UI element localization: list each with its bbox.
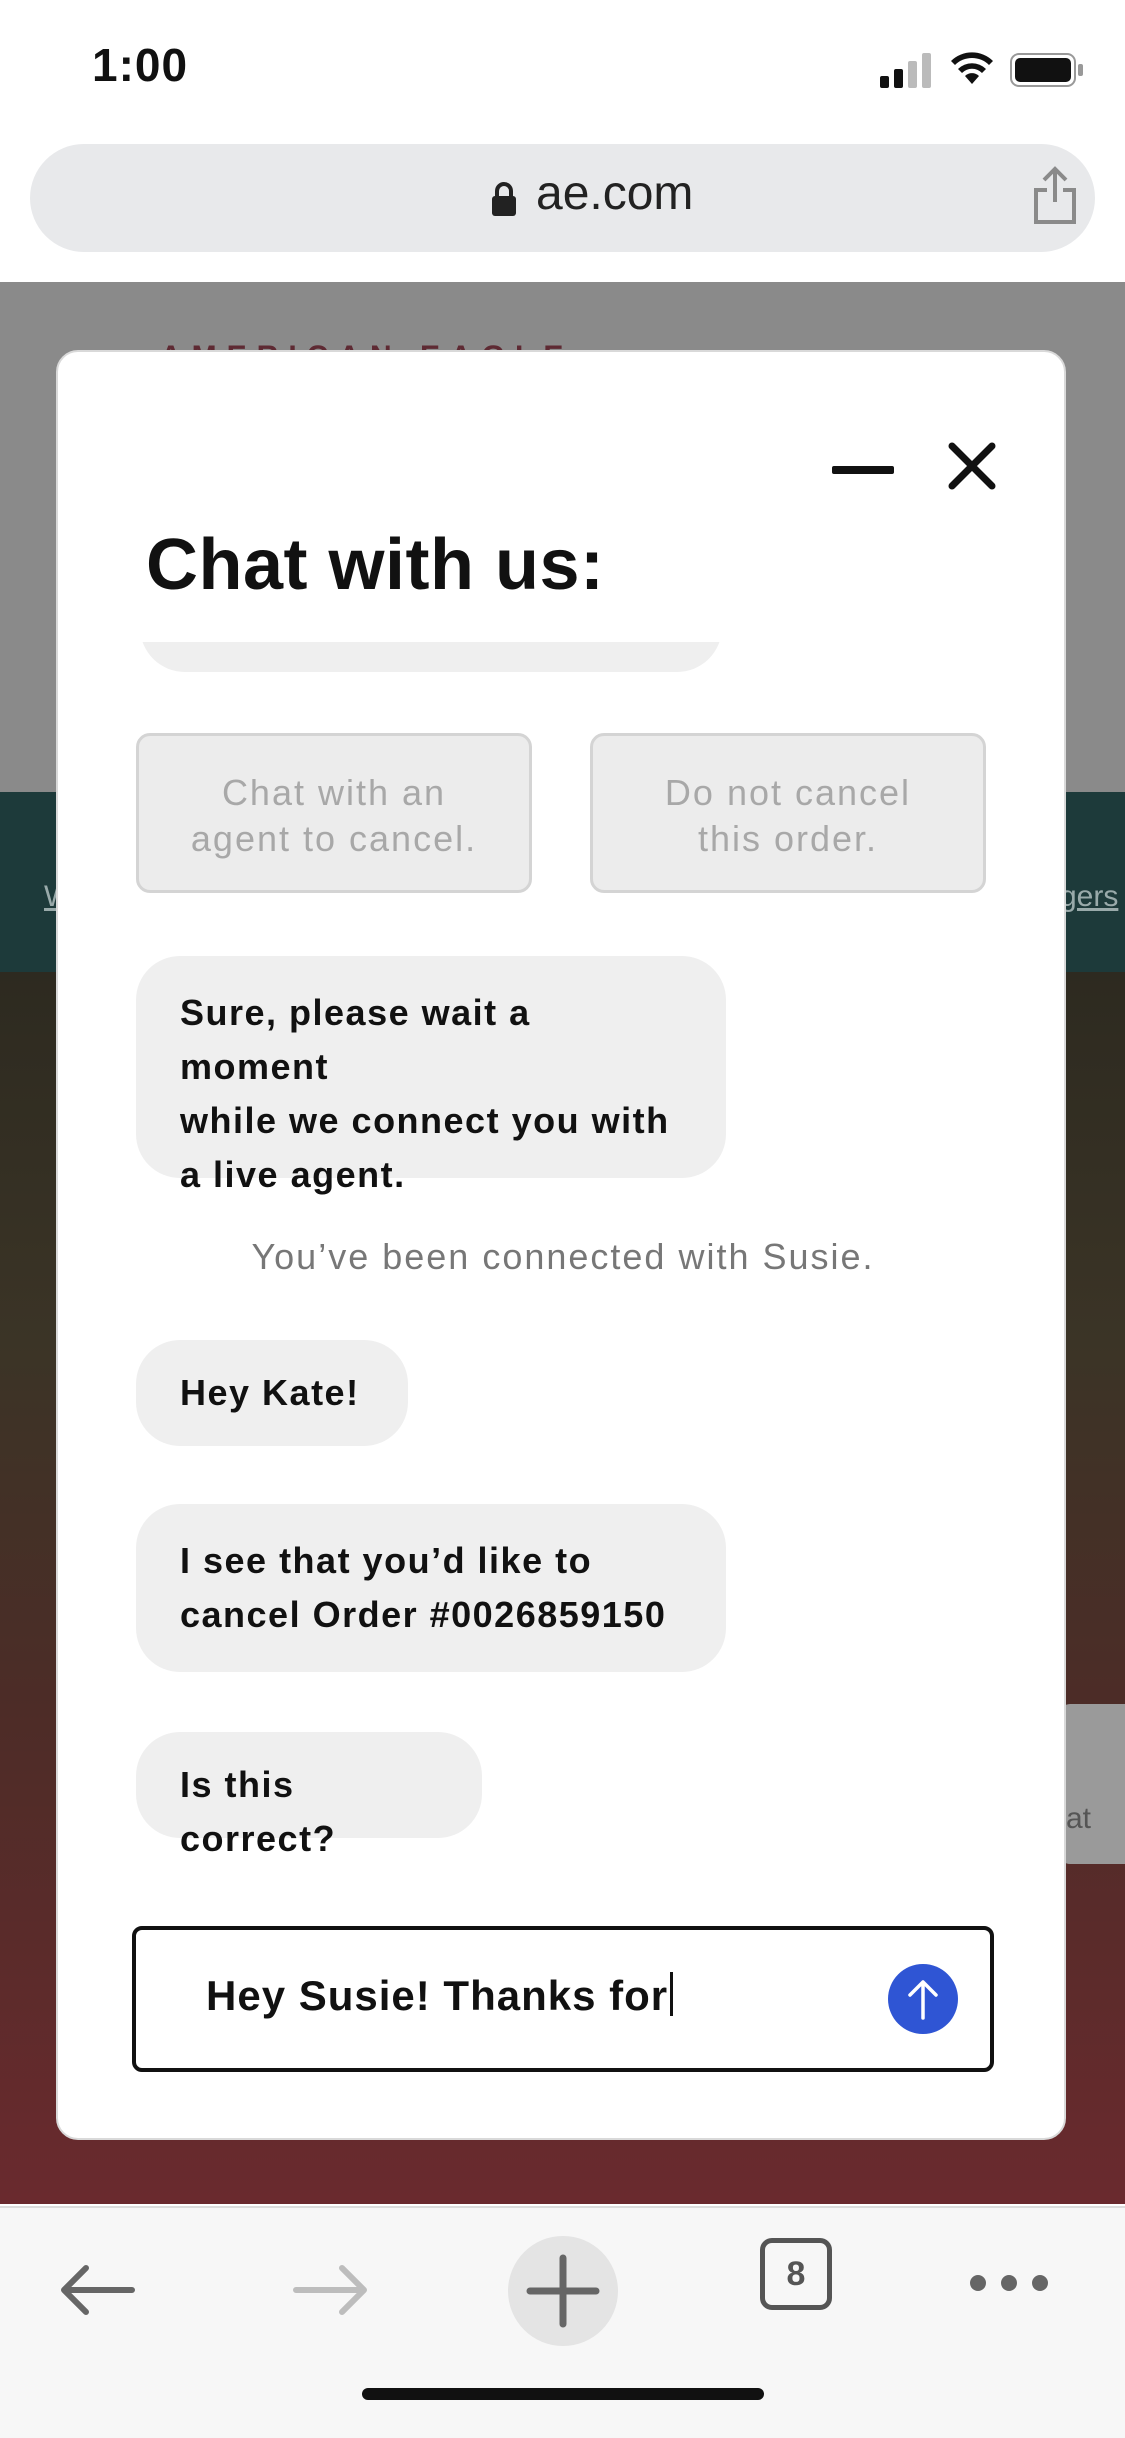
site-side-text: at (1066, 1802, 1092, 1835)
chat-title: Chat with us: (146, 525, 605, 605)
browser-toolbar: 8 (0, 2206, 1125, 2438)
option-label-line2: agent to cancel. (190, 818, 478, 859)
message-input-value: Hey Susie! Thanks for (206, 1972, 669, 2019)
minimize-icon (832, 466, 894, 474)
address-text: ae.com (536, 167, 694, 220)
send-button[interactable] (888, 1964, 958, 2034)
site-band-link-right: gers (1060, 880, 1119, 913)
message-input-text[interactable]: Hey Susie! Thanks for (206, 1972, 674, 2020)
plus-icon (526, 2254, 600, 2328)
wifi-icon (951, 52, 993, 84)
chat-with-agent-option-button[interactable]: Chat with an agent to cancel. (136, 733, 532, 893)
message-line: Is this correct? (180, 1764, 337, 1859)
close-icon[interactable] (944, 438, 1000, 494)
status-time: 1:00 (92, 39, 189, 91)
battery-icon (1010, 53, 1083, 87)
message-line: Hey Kate! (180, 1372, 360, 1413)
new-tab-button[interactable] (508, 2236, 618, 2346)
lock-icon (492, 182, 516, 216)
share-icon[interactable] (1030, 166, 1080, 226)
message-line: I see that you’d like to (180, 1540, 593, 1581)
address-bar[interactable]: ae.com (30, 144, 1095, 252)
chat-modal: Chat with us: Chat with an agent to canc… (56, 350, 1066, 2140)
do-not-cancel-option-button[interactable]: Do not cancel this order. (590, 733, 986, 893)
message-line: while we connect you with (180, 1100, 670, 1141)
option-label-line1: Do not cancel (664, 772, 912, 813)
message-line: a live agent. (180, 1154, 406, 1195)
message-bubble: I see that you’d like to cancel Order #0… (136, 1504, 726, 1672)
back-arrow-icon[interactable] (58, 2260, 138, 2320)
connection-status-text: You’ve been connected with Susie. (251, 1236, 875, 1277)
forward-arrow-icon[interactable] (290, 2260, 370, 2320)
site-side-card (1060, 1704, 1125, 1864)
option-label-line2: this order. (697, 818, 879, 859)
message-bubble: Sure, please wait a moment while we conn… (136, 956, 726, 1195)
minimize-button[interactable] (828, 452, 898, 492)
cellular-signal-icon (880, 53, 931, 88)
message-line: cancel Order #0026859150 (180, 1594, 667, 1635)
message-bubble: Is this correct? (136, 1732, 482, 1859)
option-label-line1: Chat with an (221, 772, 447, 813)
status-bar: 1:00 (0, 0, 1125, 140)
text-cursor (670, 1972, 674, 2016)
message-bubble: Hey Kate! (136, 1340, 408, 1446)
home-indicator[interactable] (362, 2388, 764, 2400)
message-line: Sure, please wait a moment (180, 992, 531, 1087)
message-input-field[interactable]: Hey Susie! Thanks for (132, 1926, 994, 2072)
more-icon[interactable] (966, 2268, 1052, 2298)
tabs-button[interactable]: 8 (760, 2238, 832, 2310)
send-arrow-icon (908, 1980, 938, 2020)
